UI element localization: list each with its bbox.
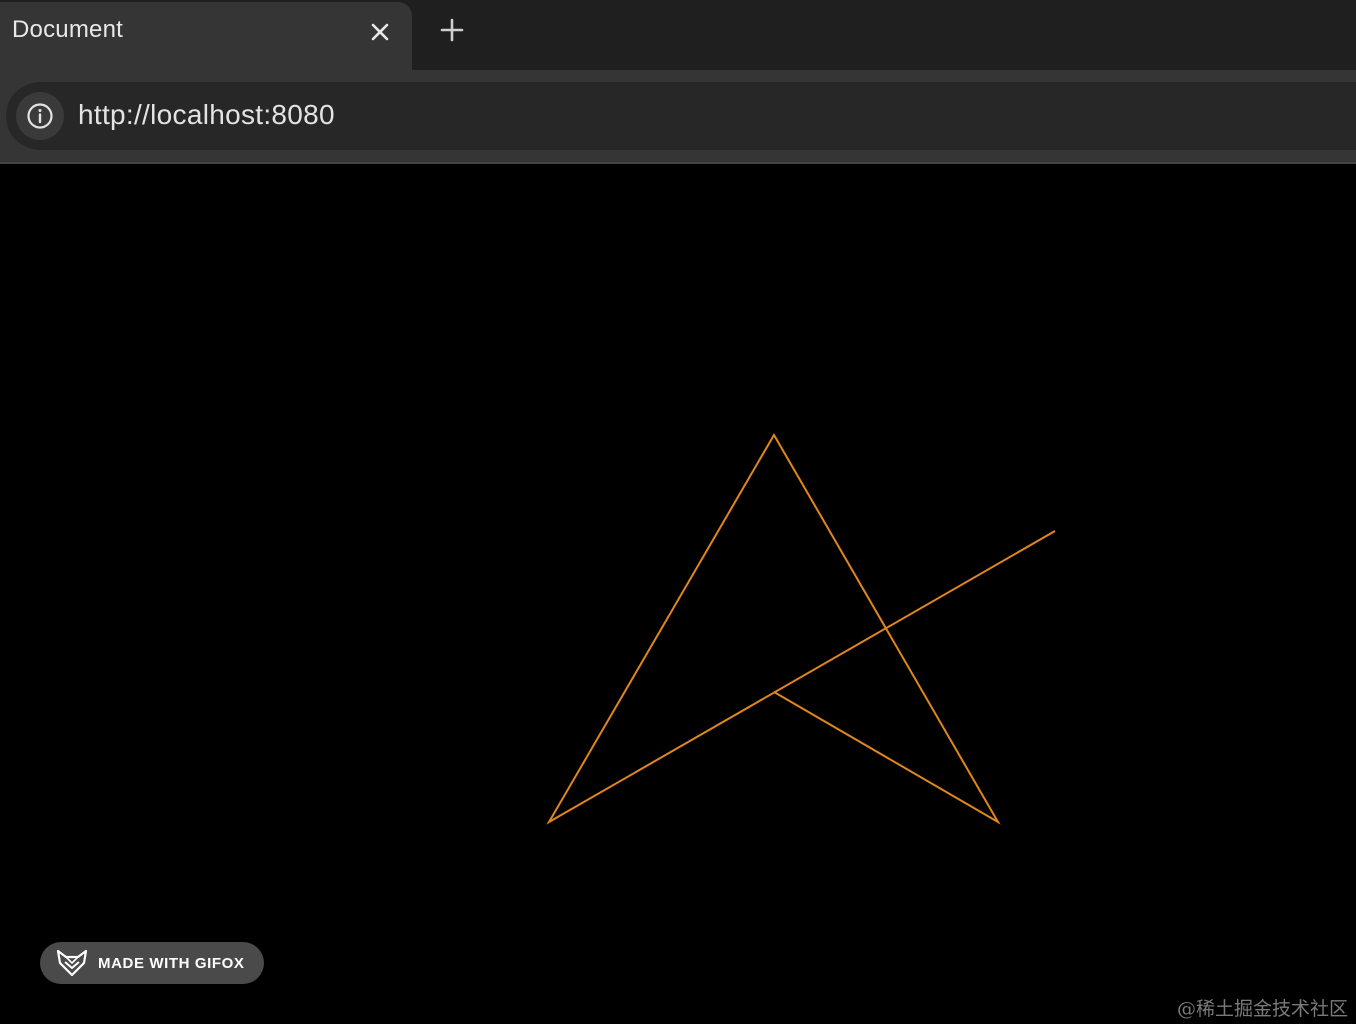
drawing-canvas	[546, 433, 1056, 825]
tab-title: Document	[12, 16, 123, 43]
gifox-badge[interactable]: MADE WITH GIFOX	[40, 942, 264, 984]
tab-strip: Document	[0, 0, 1356, 70]
badge-label: MADE WITH GIFOX	[98, 955, 245, 972]
toolbar: http://localhost:8080	[0, 70, 1356, 162]
page-content	[0, 164, 1356, 1024]
address-bar[interactable]: http://localhost:8080	[6, 82, 1356, 150]
info-icon[interactable]	[16, 92, 64, 140]
plus-icon[interactable]	[436, 14, 468, 46]
fox-icon	[56, 949, 88, 977]
watermark: @稀土掘金技术社区	[1176, 998, 1348, 1020]
drawn-shape	[546, 433, 1056, 825]
url-text[interactable]: http://localhost:8080	[78, 99, 335, 131]
browser-window: Document http://localhost:8080 MADE WITH…	[0, 0, 1356, 1024]
tab-document[interactable]: Document	[0, 2, 412, 70]
close-icon[interactable]	[366, 18, 394, 46]
